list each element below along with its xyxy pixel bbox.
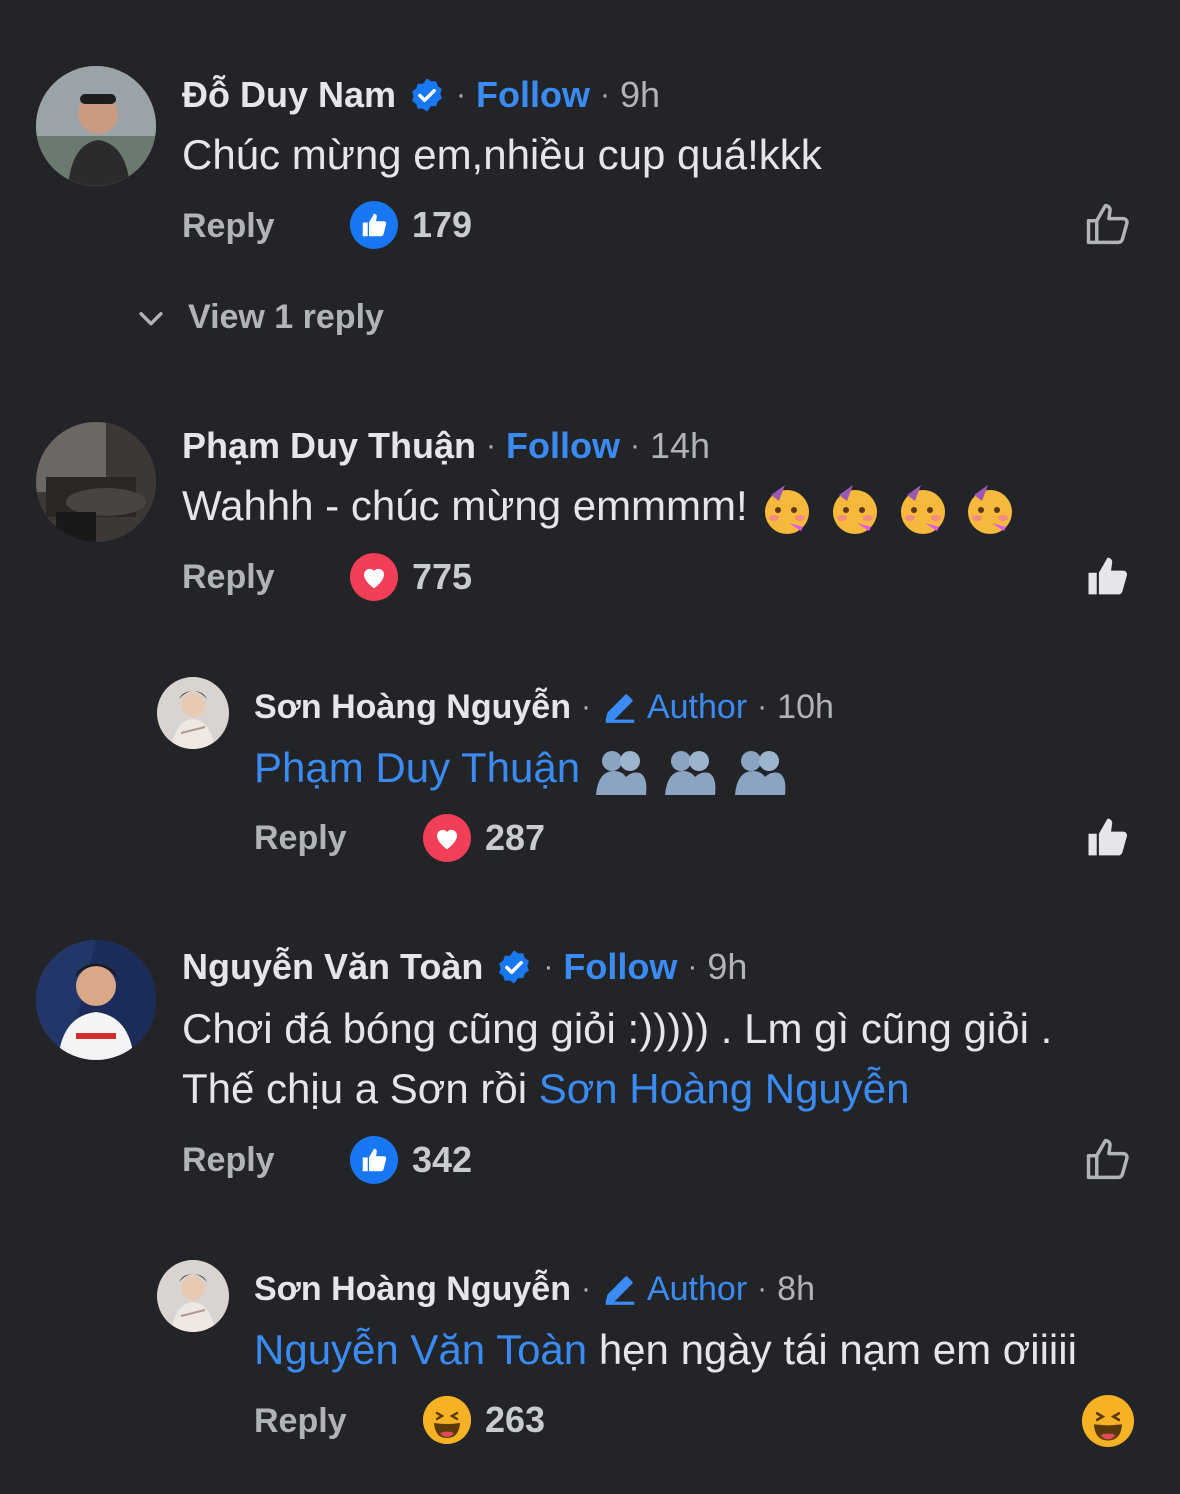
comment-header: Đỗ Duy Nam · Follow · 9h — [182, 74, 661, 116]
like-reaction-icon — [350, 201, 398, 249]
comment-text-line-1: Chơi đá bóng cũng giỏi :))))) . Lm gì cũ… — [182, 1005, 1053, 1052]
thumbs-up-filled-icon[interactable] — [1082, 550, 1134, 602]
mention-link[interactable]: Sơn Hoàng Nguyễn — [539, 1065, 910, 1112]
reaction-count: 179 — [412, 204, 473, 245]
comment-text: Phạm Duy Thuận — [254, 738, 789, 798]
pencil-icon — [605, 694, 635, 723]
reaction-summary[interactable]: 775 — [350, 553, 472, 601]
author-badge: Author — [601, 688, 747, 727]
comment-actions: Reply — [182, 1130, 275, 1190]
reaction-summary[interactable]: 342 — [350, 1136, 472, 1184]
love-reaction-icon — [423, 814, 471, 862]
love-reaction-icon — [350, 553, 398, 601]
avatar[interactable] — [157, 1260, 229, 1332]
chevron-down-icon — [139, 311, 163, 325]
comment-text: Chúc mừng em,nhiều cup quá!kkk — [182, 131, 822, 178]
view-replies-label: View 1 reply — [188, 298, 384, 336]
comment-header: Nguyễn Văn Toàn · Follow · 9h — [182, 946, 748, 988]
avatar[interactable] — [36, 940, 156, 1060]
comment-actions: Reply — [254, 1391, 347, 1451]
comment-text-line-2: Thế chịu a Sơn rồi Sơn Hoàng Nguyễn — [182, 1065, 910, 1112]
haha-reaction-icon — [423, 1396, 471, 1444]
timestamp: 8h — [777, 1269, 815, 1308]
reaction-count: 287 — [485, 817, 546, 858]
comment-header: Sơn Hoàng Nguyễn · Author · 10h — [254, 687, 834, 727]
comment-header: Phạm Duy Thuận · Follow · 14h — [182, 425, 711, 467]
comment-header: Sơn Hoàng Nguyễn · Author · 8h — [254, 1269, 815, 1309]
comment-text: Wahhh - chúc mừng emmmm! — [182, 476, 1018, 537]
author-name[interactable]: Phạm Duy Thuận — [182, 425, 476, 467]
reaction-count: 775 — [412, 556, 473, 597]
like-reaction-icon — [350, 1136, 398, 1184]
follow-button[interactable]: Follow — [563, 946, 677, 988]
reply-button[interactable]: Reply — [254, 819, 347, 858]
thumbs-up-outline-icon[interactable] — [1082, 198, 1134, 250]
timestamp: 9h — [707, 946, 748, 987]
mention-link[interactable]: Nguyễn Văn Toàn — [254, 1326, 587, 1373]
reply-button[interactable]: Reply — [182, 207, 275, 246]
author-badge: Author — [601, 1270, 747, 1309]
timestamp: 10h — [777, 687, 834, 726]
comment-actions: Reply — [182, 196, 275, 256]
thumbs-up-outline-icon[interactable] — [1082, 1133, 1134, 1185]
reaction-count: 263 — [485, 1399, 546, 1440]
author-name[interactable]: Đỗ Duy Nam — [182, 74, 396, 116]
comment-actions: Reply — [254, 808, 347, 868]
follow-button[interactable]: Follow — [506, 425, 620, 467]
follow-button[interactable]: Follow — [476, 74, 590, 116]
avatar[interactable] — [36, 66, 156, 186]
reaction-summary[interactable]: 263 — [423, 1396, 545, 1444]
avatar[interactable] — [36, 422, 156, 542]
view-replies-button[interactable]: View 1 reply — [134, 298, 384, 337]
pencil-icon — [605, 1276, 635, 1305]
partying-face-emoji-icon — [759, 482, 1018, 534]
reply-button[interactable]: Reply — [182, 1141, 275, 1180]
author-name[interactable]: Sơn Hoàng Nguyễn — [254, 688, 571, 727]
author-name[interactable]: Nguyễn Văn Toàn — [182, 946, 483, 988]
verified-badge-icon — [495, 948, 533, 986]
mention-link[interactable]: Phạm Duy Thuận — [254, 744, 580, 791]
reply-button[interactable]: Reply — [254, 1402, 347, 1441]
reaction-count: 342 — [412, 1139, 473, 1180]
reaction-summary[interactable]: 287 — [423, 814, 545, 862]
comment-text: Nguyễn Văn Toàn hẹn ngày tái nạm em ơiii… — [254, 1326, 1077, 1373]
author-name[interactable]: Sơn Hoàng Nguyễn — [254, 1270, 571, 1309]
comment-actions: Reply — [182, 547, 275, 607]
avatar[interactable] — [157, 677, 229, 749]
timestamp: 9h — [620, 74, 661, 115]
haha-reaction-button-icon[interactable] — [1082, 1395, 1134, 1447]
timestamp: 14h — [650, 425, 711, 466]
verified-badge-icon — [408, 76, 446, 114]
reaction-summary[interactable]: 179 — [350, 201, 472, 249]
people-hugging-emoji-icon — [592, 744, 789, 795]
thumbs-up-filled-icon[interactable] — [1082, 811, 1134, 863]
reply-button[interactable]: Reply — [182, 558, 275, 597]
